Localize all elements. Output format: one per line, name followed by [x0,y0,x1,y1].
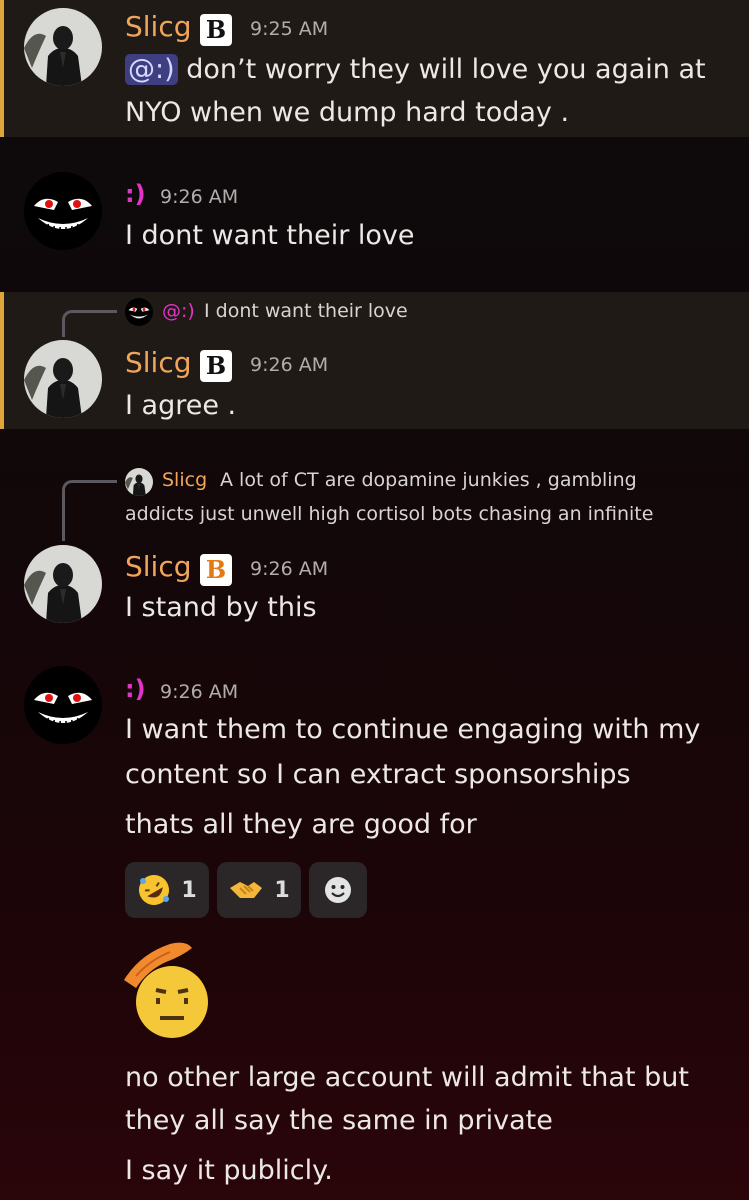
saluting-face-icon [124,942,208,1038]
message-text-line2: they all say the same in private [125,1105,553,1136]
author-name[interactable]: Slicg [125,346,192,379]
bold-badge-icon: B [200,554,232,586]
reaction-count: 1 [181,877,197,903]
message-text-line2: content so I can extract sponsorships [125,759,631,790]
message-text: I stand by this [125,592,317,623]
reply-mention[interactable]: @:) [162,300,195,322]
message-text: I dont want their love [125,220,415,251]
message-text-line3: thats all they are good for [125,809,477,840]
reply-avatar [125,468,153,496]
timestamp: 9:26 AM [160,186,239,208]
author-name[interactable]: Slicg [125,10,192,43]
message-text: no other large account will admit that b… [125,1062,689,1093]
bold-badge-icon: B [200,14,232,46]
message-text-line3: I say it publicly. [125,1155,333,1186]
avatar-smiley-user[interactable] [24,666,102,744]
avatar-slicg[interactable] [24,8,102,86]
avatar-slicg[interactable] [24,340,102,418]
avatar-smiley-user[interactable] [24,172,102,250]
rolling-on-floor-laughing-icon [139,875,170,905]
timestamp: 9:25 AM [250,18,329,40]
reply-connector [62,310,117,337]
reply-preview-text-line2[interactable]: addicts just unwell high cortisol bots c… [125,503,653,525]
reply-preview-text[interactable]: A lot of CT are dopamine junkies , gambl… [220,469,637,491]
reaction-handshake[interactable]: 1 [217,862,301,918]
reaction-count: 1 [274,877,290,903]
message-text: I agree . [125,390,237,421]
reply-author[interactable]: Slicg [162,469,207,491]
bold-badge-icon: B [200,350,232,382]
add-reaction-icon [325,877,351,903]
author-name[interactable]: Slicg [125,550,192,583]
author-name[interactable]: :) [125,180,146,208]
reply-preview-text[interactable]: I dont want their love [204,300,408,322]
add-reaction-button[interactable] [309,862,367,918]
user-mention[interactable]: @:) [125,54,178,85]
reaction-laughing[interactable]: 1 [125,862,209,918]
reply-connector [62,480,117,541]
reply-avatar [125,298,153,326]
timestamp: 9:26 AM [250,558,329,580]
avatar-slicg[interactable] [24,545,102,623]
message-text-line2: NYO when we dump hard today . [125,97,570,128]
message-text: I want them to continue engaging with my [125,714,701,745]
timestamp: 9:26 AM [160,681,239,703]
message-text: @:) don’t worry they will love you again… [125,54,706,85]
author-name[interactable]: :) [125,675,146,703]
handshake-icon [230,882,263,898]
timestamp: 9:26 AM [250,354,329,376]
